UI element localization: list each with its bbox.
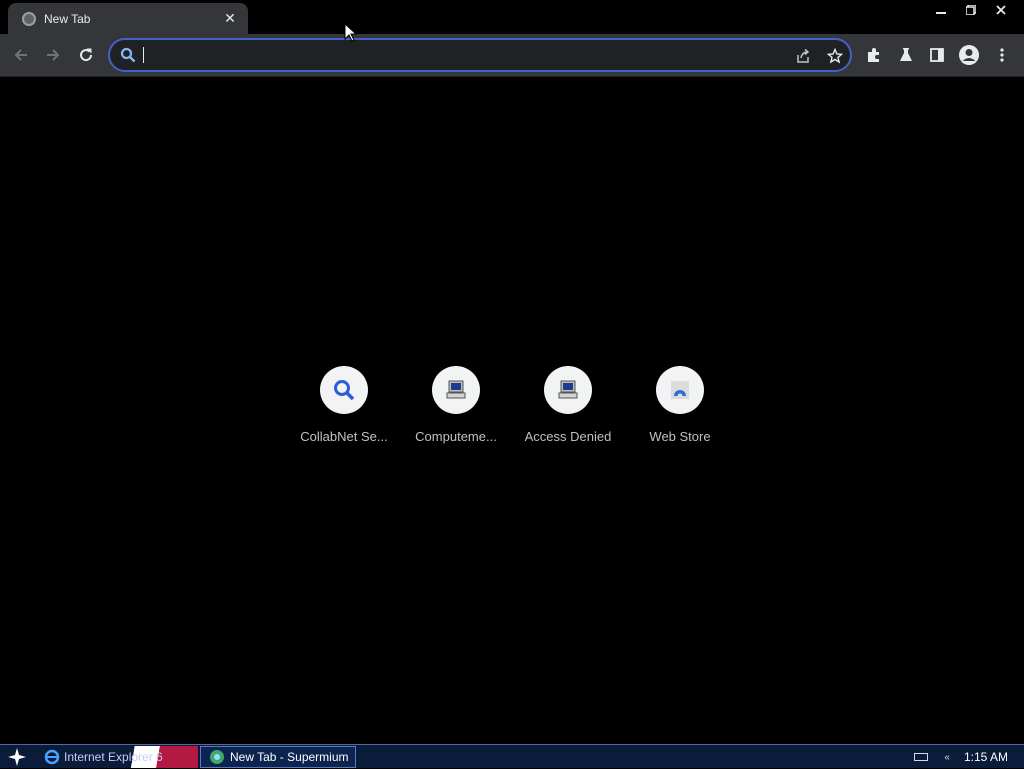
- shortcut-icon-circle: [656, 366, 704, 414]
- reload-button[interactable]: [73, 42, 99, 68]
- side-panel-icon: [930, 48, 944, 62]
- shortcut-icon-circle: [544, 366, 592, 414]
- new-tab-page: CollabNet Se... Computeme... Access Deni…: [0, 78, 1024, 744]
- profile-button[interactable]: [956, 42, 982, 68]
- taskbar-item-label: New Tab - Supermium: [230, 749, 349, 764]
- window-controls: [926, 0, 1016, 20]
- search-icon: [120, 47, 136, 63]
- star-icon: [827, 48, 843, 64]
- taskbar-item-supermium[interactable]: New Tab - Supermium: [200, 745, 356, 768]
- extensions-button[interactable]: [861, 42, 887, 68]
- close-window-button[interactable]: [986, 0, 1016, 20]
- globe-icon: [22, 11, 36, 26]
- share-button[interactable]: [792, 45, 814, 67]
- computer-icon: [446, 380, 466, 399]
- taskbar-item-label: Internet Explorer 6: [64, 749, 163, 764]
- start-button[interactable]: [0, 745, 34, 769]
- taskbar: Internet Explorer 6 New Tab - Supermium …: [0, 744, 1024, 768]
- system-tray: « 1:15 AM: [914, 745, 1024, 769]
- computer-icon: [558, 380, 578, 399]
- minimize-icon: [936, 12, 946, 14]
- menu-button[interactable]: [989, 42, 1015, 68]
- shortcut-tile[interactable]: Web Store: [624, 366, 736, 444]
- restore-button[interactable]: [956, 0, 986, 20]
- address-input[interactable]: [144, 45, 774, 65]
- shortcut-icon-circle: [432, 366, 480, 414]
- shortcut-icon-circle: [320, 366, 368, 414]
- arrow-right-icon: [47, 49, 60, 61]
- ie-icon: [44, 749, 60, 764]
- tab-new-tab[interactable]: New Tab ✕: [8, 3, 248, 34]
- taskbar-item-ie[interactable]: Internet Explorer 6: [34, 745, 198, 768]
- reload-icon: [80, 48, 93, 62]
- avatar-icon: [959, 45, 979, 65]
- shortcut-grid: CollabNet Se... Computeme... Access Deni…: [288, 366, 736, 444]
- side-panel-button[interactable]: [924, 42, 950, 68]
- web-store-icon: [671, 381, 689, 399]
- shortcut-label: Access Denied: [524, 429, 612, 444]
- arrow-left-icon: [14, 49, 27, 61]
- puzzle-icon: [868, 48, 879, 62]
- mouse-cursor-icon: [344, 23, 358, 42]
- shortcut-label: Computeme...: [415, 429, 497, 444]
- shortcut-tile[interactable]: Access Denied: [512, 366, 624, 444]
- tab-title: New Tab: [44, 11, 91, 26]
- back-button[interactable]: [8, 42, 34, 68]
- close-icon: [996, 5, 1006, 15]
- shortcut-tile[interactable]: Computeme...: [400, 366, 512, 444]
- shortcut-label: CollabNet Se...: [300, 429, 388, 444]
- share-icon: [797, 48, 810, 63]
- forward-button[interactable]: [40, 42, 66, 68]
- search-icon: [334, 380, 355, 401]
- start-star-icon: [8, 747, 26, 766]
- keyboard-icon[interactable]: [914, 753, 929, 761]
- kebab-menu-icon: [1000, 48, 1004, 62]
- tab-close-icon[interactable]: ✕: [222, 10, 238, 27]
- bookmark-button[interactable]: [824, 45, 846, 67]
- browser-toolbar: [0, 34, 1024, 77]
- title-bar: New Tab ✕: [0, 0, 1024, 34]
- labs-button[interactable]: [893, 42, 919, 68]
- supermium-icon: [210, 749, 224, 764]
- network-icon[interactable]: «: [944, 752, 950, 763]
- restore-icon: [966, 5, 976, 15]
- shortcut-tile[interactable]: CollabNet Se...: [288, 366, 400, 444]
- minimize-button[interactable]: [926, 0, 956, 20]
- shortcut-label: Web Store: [649, 429, 711, 444]
- flask-icon: [900, 48, 912, 61]
- clock[interactable]: 1:15 AM: [964, 750, 1008, 764]
- address-bar[interactable]: [108, 38, 852, 72]
